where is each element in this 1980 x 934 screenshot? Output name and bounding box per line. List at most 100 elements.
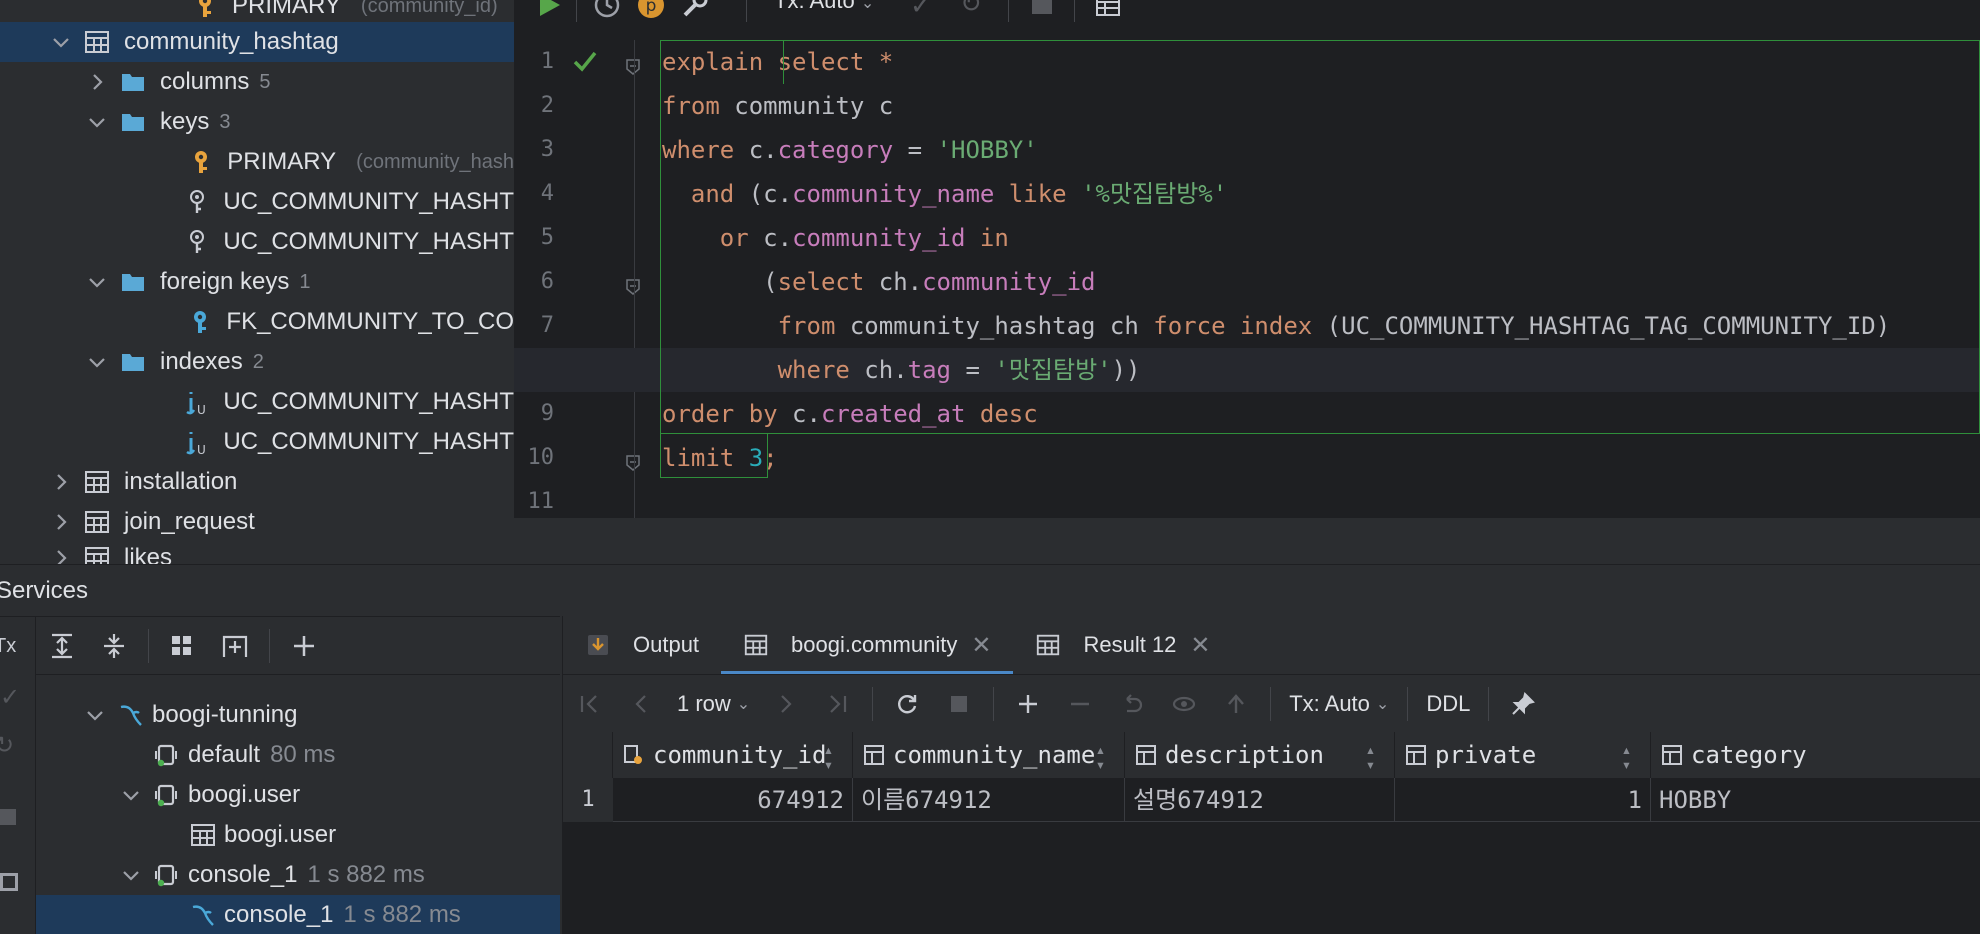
revert-icon[interactable] <box>1112 684 1152 724</box>
sql-editor[interactable]: p Tx: Auto ⌄ ✓ ↻ 1234567891011 explain s… <box>514 0 1980 564</box>
new-tab-icon[interactable] <box>215 626 255 666</box>
row-count-label: 1 row <box>677 690 731 716</box>
db-tree-row[interactable]: indexes 2 <box>0 342 514 382</box>
close-icon[interactable]: ✕ <box>971 631 991 660</box>
group-by-icon[interactable] <box>163 626 203 666</box>
column-header[interactable]: community_id ▴▾ <box>613 732 853 778</box>
result-tab[interactable]: boogi.community ✕ <box>721 616 1014 674</box>
wrench-icon[interactable] <box>680 0 710 20</box>
table-cell[interactable]: 1 <box>1395 778 1651 822</box>
service-tree-row[interactable]: boogi.user <box>36 815 560 855</box>
db-tree-row[interactable]: PRIMARY (community_hash <box>0 142 514 182</box>
chevron-down-icon[interactable] <box>86 271 108 293</box>
result-tab[interactable]: Result 12 ✕ <box>1013 616 1232 674</box>
chevron-down-icon[interactable] <box>86 111 108 133</box>
table-cell[interactable]: HOBBY <box>1651 778 1980 822</box>
db-tree-row[interactable]: likes <box>0 538 514 564</box>
sort-icon[interactable]: ▴▾ <box>1617 740 1636 770</box>
sort-icon[interactable]: ▴▾ <box>819 740 838 770</box>
commit-icon[interactable]: ✓ <box>0 683 20 712</box>
preview-changes-icon[interactable] <box>1164 684 1204 724</box>
fold-marker-icon[interactable] <box>626 274 640 295</box>
db-tree-row[interactable]: foreign keys 1 <box>0 262 514 302</box>
chevron-right-icon[interactable] <box>50 547 72 564</box>
mysql-icon <box>116 700 146 730</box>
result-tab-label: Result 12 <box>1083 632 1177 657</box>
tx-mode-dropdown[interactable]: Tx: Auto ⌄ <box>774 0 874 14</box>
fold-marker-icon[interactable] <box>626 450 640 471</box>
chevron-down-icon[interactable] <box>120 784 142 806</box>
row-count-dropdown[interactable]: 1 row ⌄ <box>677 691 750 717</box>
column-header[interactable]: category <box>1651 732 1980 778</box>
rollback-icon[interactable]: ↻ <box>0 731 14 760</box>
column-header[interactable]: private ▴▾ <box>1395 732 1651 778</box>
db-tree-row[interactable]: UC_COMMUNITY_HASHT <box>0 222 514 262</box>
last-page-icon[interactable] <box>818 684 858 724</box>
service-tree-row[interactable]: boogi-tunning <box>36 695 560 735</box>
chevron-down-icon: ⌄ <box>736 695 751 713</box>
column-header[interactable]: community_name ▴▾ <box>853 732 1125 778</box>
add-row-icon[interactable] <box>1008 684 1048 724</box>
layout-icon[interactable] <box>0 873 18 891</box>
db-tree-row[interactable]: FK_COMMUNITY_TO_CO <box>0 302 514 342</box>
db-tree-row[interactable]: columns 5 <box>0 62 514 102</box>
delete-row-icon[interactable] <box>1060 684 1100 724</box>
row-number[interactable]: 1 <box>563 778 613 822</box>
ddl-button[interactable]: DDL <box>1426 691 1470 717</box>
tx-label[interactable]: Tx <box>0 635 16 658</box>
history-icon[interactable] <box>592 0 622 20</box>
prev-page-icon[interactable] <box>621 684 661 724</box>
close-icon[interactable]: ✕ <box>1190 631 1210 660</box>
db-tree-row[interactable]: U UC_COMMUNITY_HASHT <box>0 382 514 422</box>
line-number: 10 <box>527 445 555 470</box>
result-tx-mode-dropdown[interactable]: Tx: Auto ⌄ <box>1289 691 1389 717</box>
pin-icon[interactable] <box>1503 684 1543 724</box>
rollback-icon[interactable]: ↻ <box>960 0 982 19</box>
stop-icon[interactable] <box>1032 0 1052 14</box>
commit-icon[interactable]: ✓ <box>910 0 932 21</box>
chevron-right-icon[interactable] <box>86 71 108 93</box>
column-header[interactable]: description ▴▾ <box>1125 732 1395 778</box>
chevron-down-icon[interactable] <box>84 704 106 726</box>
first-page-icon[interactable] <box>569 684 609 724</box>
service-tree-row[interactable]: console_1 1 s 882 ms <box>36 895 560 934</box>
service-label: boogi.user <box>224 821 337 848</box>
db-tree-row[interactable]: join_request <box>0 502 514 542</box>
db-tree-row[interactable]: UC_COMMUNITY_HASHT <box>0 182 514 222</box>
collapse-all-icon[interactable] <box>94 626 134 666</box>
code-line[interactable]: limit 3; <box>648 436 1980 480</box>
editor-bottom-strip <box>514 518 1980 564</box>
chevron-down-icon[interactable] <box>120 864 142 886</box>
table-cell[interactable]: 이름674912 <box>853 778 1125 822</box>
result-tab[interactable]: Output <box>563 616 721 674</box>
table-cell[interactable]: 674912 <box>613 778 853 822</box>
submit-icon[interactable] <box>1216 684 1256 724</box>
sort-icon[interactable]: ▴▾ <box>1361 740 1380 770</box>
db-tree-row[interactable]: community_hashtag <box>0 22 514 62</box>
chevron-down-icon[interactable] <box>50 31 72 53</box>
db-tree-row[interactable]: U UC_COMMUNITY_HASHT <box>0 422 514 462</box>
stop-icon[interactable] <box>939 684 979 724</box>
service-tree-row[interactable]: boogi.user <box>36 775 560 815</box>
service-tree-row[interactable]: default 80 ms <box>36 735 560 775</box>
chevron-right-icon[interactable] <box>50 471 72 493</box>
fold-marker-icon[interactable] <box>626 54 640 75</box>
run-icon[interactable] <box>534 0 564 20</box>
next-page-icon[interactable] <box>766 684 806 724</box>
service-tree-row[interactable]: console_1 1 s 882 ms <box>36 855 560 895</box>
expand-all-icon[interactable] <box>42 626 82 666</box>
table-view-icon[interactable] <box>1094 0 1122 20</box>
table-cell[interactable]: 설명674912 <box>1125 778 1395 822</box>
refresh-icon[interactable] <box>887 684 927 724</box>
add-service-icon[interactable] <box>284 626 324 666</box>
sort-icon[interactable]: ▴▾ <box>1091 740 1110 770</box>
folder-icon <box>118 67 148 97</box>
result-tabs: Output boogi.community ✕ Result 12 ✕ <box>563 616 1980 674</box>
statement-highlight-box <box>660 40 1980 434</box>
db-tree-row[interactable]: keys 3 <box>0 102 514 142</box>
chevron-right-icon[interactable] <box>50 511 72 533</box>
profile-p-icon[interactable]: p <box>636 0 666 20</box>
chevron-down-icon[interactable] <box>86 351 108 373</box>
db-tree-row[interactable]: installation <box>0 462 514 502</box>
stop-icon[interactable] <box>0 809 16 825</box>
